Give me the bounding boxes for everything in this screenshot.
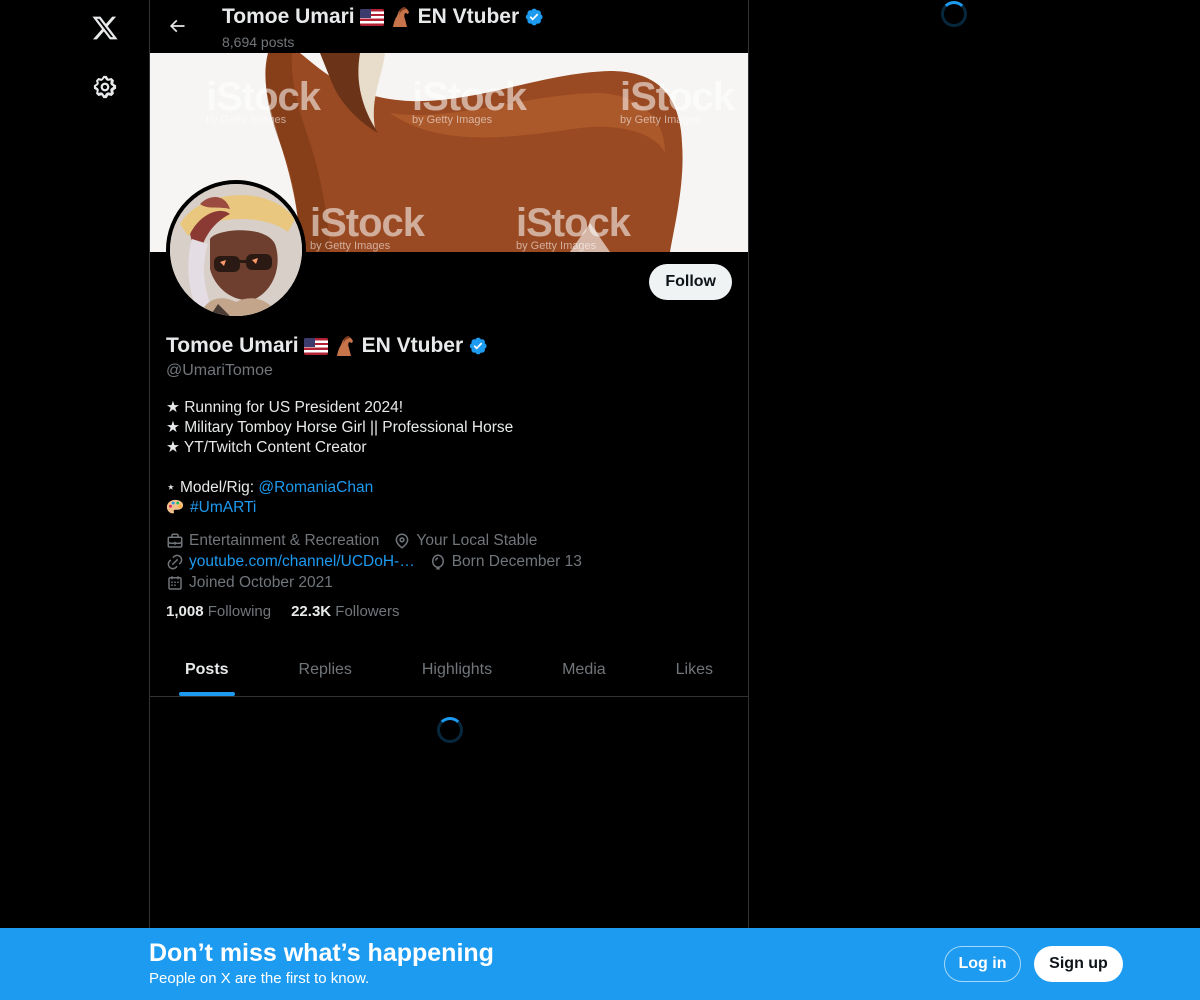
balloon-icon <box>431 554 444 569</box>
horse-icon <box>336 336 353 356</box>
back-arrow-icon <box>169 19 185 33</box>
followers-link[interactable]: 22.3K Followers <box>291 603 399 620</box>
hashtag-link[interactable]: #UmARTi <box>190 498 256 518</box>
bio-line: ★ YT/Twitch Content Creator <box>166 439 367 456</box>
signup-banner-title: Don’t miss what’s happening <box>149 939 494 967</box>
header-name-suffix: EN Vtuber <box>417 5 520 28</box>
palette-icon <box>166 499 184 514</box>
loading-spinner-icon <box>437 717 463 743</box>
settings-button[interactable] <box>80 62 130 112</box>
follow-button[interactable]: Follow <box>649 264 732 300</box>
following-link[interactable]: 1,008 Following <box>166 603 271 620</box>
banner-watermark: iStock by Getty Images <box>516 201 631 252</box>
follow-stats: 1,008 Following 22.3K Followers <box>166 603 732 620</box>
primary-column: Tomoe Umari EN Vtuber 8,694 posts iStock… <box>149 0 749 1000</box>
bio-line: ★ Running for US President 2024! <box>166 399 404 416</box>
banner-watermark: iStock by Getty Images <box>206 75 321 126</box>
profile-tabs: Posts Replies Highlights Media Likes <box>150 643 748 697</box>
login-button[interactable]: Log in <box>944 946 1021 982</box>
banner-watermark: iStock by Getty Images <box>620 75 735 126</box>
us-flag-icon <box>303 337 328 355</box>
header-name: Tomoe Umari <box>222 5 355 28</box>
banner-watermark: iStock by Getty Images <box>310 201 425 252</box>
verified-badge-icon[interactable] <box>468 336 488 356</box>
x-logo-icon <box>92 16 118 40</box>
meta-website: youtube.com/channel/UCDoH-… <box>166 551 415 572</box>
meta-joined: Joined October 2021 <box>166 572 333 593</box>
gear-icon <box>93 75 117 99</box>
tab-likes[interactable]: Likes <box>641 643 748 696</box>
tab-highlights[interactable]: Highlights <box>387 643 527 696</box>
profile-name: Tomoe Umari <box>166 334 299 357</box>
profile-avatar[interactable] <box>166 180 306 320</box>
bio-model-prefix: ⋆ Model/Rig: <box>166 479 259 496</box>
bio-model-line: ⋆ Model/Rig: @RomaniaChan <box>166 478 732 498</box>
banner-watermark: iStock by Getty Images <box>412 75 527 126</box>
verified-badge-icon <box>525 8 543 26</box>
back-button[interactable] <box>160 9 194 43</box>
display-name: Tomoe Umari EN Vtuber <box>166 334 732 358</box>
calendar-icon <box>168 575 182 590</box>
header-title: Tomoe Umari EN Vtuber <box>222 5 544 29</box>
profile-handle: @UmariTomoe <box>166 362 273 379</box>
horse-icon <box>392 7 409 27</box>
left-navigation <box>0 0 150 1000</box>
x-home-link[interactable] <box>80 3 130 53</box>
tab-media[interactable]: Media <box>527 643 641 696</box>
website-link[interactable]: youtube.com/channel/UCDoH-… <box>189 551 415 572</box>
profile-meta: Entertainment & Recreation Your Local St… <box>166 530 732 593</box>
bio-hashtag-line: #UmARTi <box>166 498 732 518</box>
profile-info: Tomoe Umari EN Vtuber @UmariTomoe ★ Runn… <box>166 334 732 620</box>
us-flag-icon <box>359 8 384 26</box>
post-count: 8,694 posts <box>222 34 295 50</box>
signup-banner-subtitle: People on X are the first to know. <box>149 970 370 987</box>
link-icon <box>167 554 183 569</box>
mention-link[interactable]: @RomaniaChan <box>258 479 373 496</box>
meta-category: Entertainment & Recreation <box>166 530 379 551</box>
profile-header-bar: Tomoe Umari EN Vtuber 8,694 posts <box>150 0 748 53</box>
meta-location: Your Local Stable <box>393 530 537 551</box>
profile-name-suffix: EN Vtuber <box>361 334 464 357</box>
briefcase-icon <box>167 533 183 548</box>
signup-button[interactable]: Sign up <box>1034 946 1123 982</box>
profile-bio: ★ Running for US President 2024! ★ Milit… <box>166 398 732 518</box>
location-pin-icon <box>396 533 409 549</box>
loading-spinner-icon <box>941 1 967 27</box>
meta-birthday: Born December 13 <box>429 551 582 572</box>
signup-banner: Don’t miss what’s happening People on X … <box>0 928 1200 1000</box>
bio-line: ★ Military Tomboy Horse Girl || Professi… <box>166 419 514 436</box>
tab-replies[interactable]: Replies <box>264 643 387 696</box>
tab-posts[interactable]: Posts <box>150 643 264 696</box>
avatar-image <box>170 184 302 316</box>
